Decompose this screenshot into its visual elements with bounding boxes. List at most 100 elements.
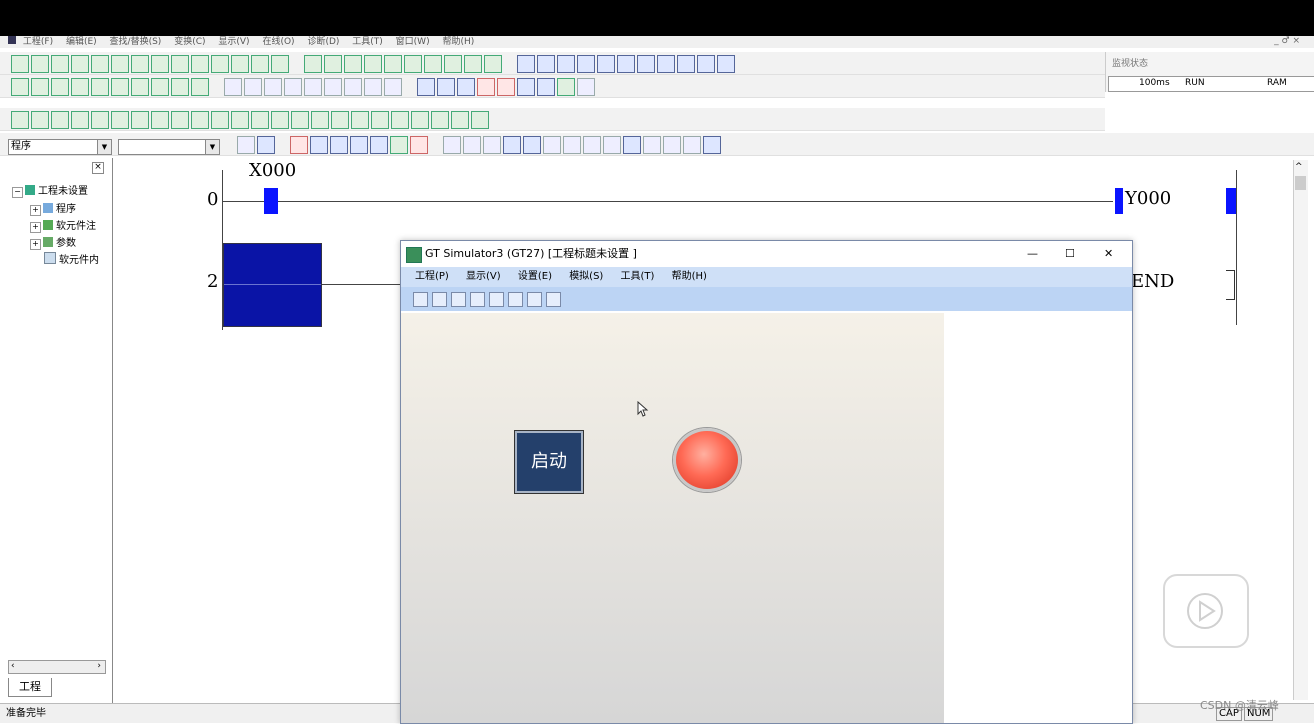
ladder-symbol-icon[interactable] [483, 55, 502, 73]
tool-icon[interactable] [676, 55, 695, 73]
ladder-symbol-icon[interactable] [323, 55, 342, 73]
tool-icon[interactable] [502, 136, 521, 154]
scroll-right-icon[interactable]: › [97, 661, 101, 671]
copy-icon[interactable] [323, 78, 342, 96]
ladder-symbol-icon[interactable] [110, 55, 129, 73]
contact-icon[interactable] [230, 111, 249, 129]
ladder-symbol-icon[interactable] [383, 55, 402, 73]
contact-icon[interactable] [310, 111, 329, 129]
ladder-symbol-icon[interactable] [303, 55, 322, 73]
close-icon[interactable]: × [92, 162, 104, 174]
ladder-symbol-icon[interactable] [423, 55, 442, 73]
tool-icon[interactable] [696, 55, 715, 73]
ladder-symbol-icon[interactable] [190, 55, 209, 73]
tree-item-device-comment[interactable]: + 软元件注 [30, 217, 96, 233]
sim-title-bar[interactable]: GT Simulator3 (GT27) [工程标题未设置 ] — ☐ ✕ [401, 241, 1132, 267]
tool-icon[interactable] [662, 136, 681, 154]
tool-icon[interactable] [576, 55, 595, 73]
expand-icon[interactable]: + [30, 222, 41, 233]
contact-icon[interactable] [350, 111, 369, 129]
sim-menu-project[interactable]: 工程(P) [415, 271, 449, 282]
tree-item-parameter[interactable]: + 参数 [30, 234, 76, 250]
menu-convert[interactable]: 变换(C) [174, 37, 205, 47]
contact-icon[interactable] [330, 111, 349, 129]
contact-icon[interactable] [30, 111, 49, 129]
start-icon[interactable] [507, 292, 523, 307]
ladder-symbol-icon[interactable] [230, 55, 249, 73]
find-icon[interactable] [516, 55, 535, 73]
print-icon[interactable] [283, 78, 302, 96]
gt-simulator-window[interactable]: GT Simulator3 (GT27) [工程标题未设置 ] — ☐ ✕ 工程… [400, 240, 1133, 724]
expand-icon[interactable]: + [30, 239, 41, 250]
contact-icon[interactable] [10, 111, 29, 129]
contact-icon[interactable] [50, 111, 69, 129]
ladder-symbol-icon[interactable] [30, 55, 49, 73]
ladder-symbol-icon[interactable] [210, 55, 229, 73]
sim-menu-settings[interactable]: 设置(E) [518, 271, 552, 282]
tool-icon[interactable] [536, 55, 555, 73]
tool-icon[interactable] [90, 78, 109, 96]
hmi-screen[interactable]: 启动 [401, 313, 944, 723]
keyboard-icon[interactable] [545, 292, 561, 307]
contact-icon[interactable] [430, 111, 449, 129]
tool-icon[interactable] [389, 136, 408, 154]
tool-icon[interactable] [369, 136, 388, 154]
line-icon[interactable] [150, 111, 169, 129]
menu-window[interactable]: 窗口(W) [396, 37, 430, 47]
tool-icon[interactable] [642, 136, 661, 154]
ladder-symbol-icon[interactable] [343, 55, 362, 73]
start-button[interactable]: 启动 [514, 430, 584, 494]
new-file-icon[interactable] [223, 78, 242, 96]
tool-icon[interactable] [682, 136, 701, 154]
menu-edit[interactable]: 编辑(E) [66, 37, 97, 47]
tool-icon[interactable] [636, 55, 655, 73]
cut-icon[interactable] [303, 78, 322, 96]
coil-icon[interactable] [90, 111, 109, 129]
tool-icon[interactable] [542, 136, 561, 154]
line-icon[interactable] [190, 111, 209, 129]
tool-icon[interactable] [50, 78, 69, 96]
ladder-symbol-icon[interactable] [463, 55, 482, 73]
instruction-icon[interactable] [110, 111, 129, 129]
close-icon[interactable]: ✕ [1104, 241, 1113, 267]
tool-icon[interactable] [30, 78, 49, 96]
contact-icon[interactable] [270, 111, 289, 129]
contact-icon[interactable] [450, 111, 469, 129]
tool-icon[interactable] [409, 136, 428, 154]
contact-icon[interactable] [390, 111, 409, 129]
tool-icon[interactable] [462, 136, 481, 154]
open-icon[interactable] [412, 292, 428, 307]
ladder-symbol-icon[interactable] [150, 55, 169, 73]
paste-icon[interactable] [343, 78, 362, 96]
ladder-symbol-icon[interactable] [270, 55, 289, 73]
tree-item-program[interactable]: + 程序 [30, 200, 76, 216]
scroll-left-icon[interactable]: ‹ [11, 661, 15, 671]
redo-icon[interactable] [383, 78, 402, 96]
sim-menu-simulate[interactable]: 模拟(S) [569, 271, 603, 282]
secondary-combo[interactable]: ▼ [118, 139, 220, 155]
contact-icon[interactable] [250, 111, 269, 129]
ladder-symbol-icon[interactable] [443, 55, 462, 73]
tool-icon[interactable] [562, 136, 581, 154]
contact-icon[interactable] [410, 111, 429, 129]
contact-icon[interactable] [210, 111, 229, 129]
tab-project[interactable]: 工程 [8, 678, 52, 697]
tool-icon[interactable] [476, 78, 495, 96]
tool-icon[interactable] [190, 78, 209, 96]
ladder-symbol-icon[interactable] [363, 55, 382, 73]
tool-icon[interactable] [702, 136, 721, 154]
tool-icon[interactable] [236, 136, 255, 154]
menu-project[interactable]: 工程(F) [23, 37, 53, 47]
chevron-down-icon[interactable]: ▼ [97, 140, 111, 154]
tool-icon[interactable] [70, 78, 89, 96]
tool-icon[interactable] [602, 136, 621, 154]
undo-icon[interactable] [363, 78, 382, 96]
menu-find-replace[interactable]: 查找/替换(S) [110, 37, 162, 47]
ladder-symbol-icon[interactable] [70, 55, 89, 73]
contact-icon[interactable] [470, 111, 489, 129]
search-icon[interactable] [416, 78, 435, 96]
tool-icon[interactable] [256, 136, 275, 154]
contact-x000[interactable] [264, 188, 278, 214]
open-folder-icon[interactable] [243, 78, 262, 96]
save-icon[interactable] [450, 292, 466, 307]
